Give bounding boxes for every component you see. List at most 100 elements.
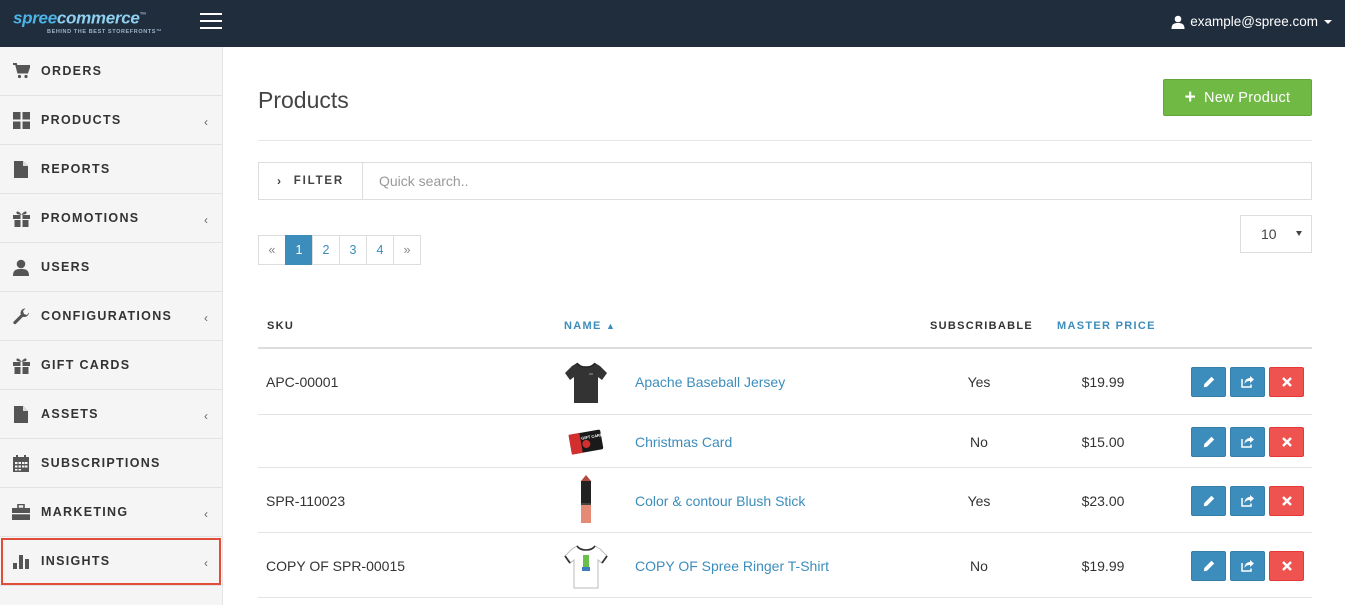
pagination-page-4[interactable]: 4 xyxy=(366,235,394,265)
sidebar-item-products[interactable]: PRODUCTS ‹ xyxy=(0,96,222,145)
filter-bar: › FILTER xyxy=(258,162,1312,200)
product-name-link[interactable]: Apache Baseball Jersey xyxy=(635,374,785,390)
per-page-value: 10 xyxy=(1261,226,1277,242)
sidebar-item-assets[interactable]: ASSETS ‹ xyxy=(0,390,222,439)
table-row: GIFT CARD Christmas Card No $15.00 xyxy=(258,415,1312,468)
column-header-master-price[interactable]: MASTER PRICE xyxy=(1057,320,1156,332)
row-actions xyxy=(1191,551,1308,581)
edit-button[interactable] xyxy=(1191,486,1226,516)
user-icon xyxy=(12,258,30,276)
delete-button[interactable] xyxy=(1269,427,1304,457)
logo-tagline: BEHIND THE BEST STOREFRONTS™ xyxy=(47,28,163,35)
sidebar-item-orders[interactable]: ORDERS xyxy=(0,47,222,96)
close-icon xyxy=(1281,377,1292,387)
product-master-price: $15.00 xyxy=(1081,434,1125,450)
share-icon xyxy=(1241,560,1254,572)
user-icon xyxy=(1171,15,1185,29)
edit-button[interactable] xyxy=(1191,367,1226,397)
clone-button[interactable] xyxy=(1230,367,1265,397)
sidebar-item-label: PRODUCTS xyxy=(41,113,122,127)
product-name-link[interactable]: COPY OF Spree Ringer T-Shirt xyxy=(635,558,829,574)
clone-button[interactable] xyxy=(1230,486,1265,516)
row-actions xyxy=(1191,427,1308,457)
sidebar-item-marketing[interactable]: MARKETING ‹ xyxy=(0,488,222,537)
share-icon xyxy=(1241,495,1254,507)
sidebar-item-reports[interactable]: REPORTS xyxy=(0,145,222,194)
gift-icon xyxy=(12,209,30,227)
sidebar-item-label: INSIGHTS xyxy=(41,554,111,568)
sort-ascending-icon: ▲ xyxy=(605,321,617,331)
close-icon xyxy=(1281,437,1292,447)
cart-icon xyxy=(12,62,30,80)
sidebar-item-users[interactable]: USERS xyxy=(0,243,222,292)
logo-trademark: ™ xyxy=(139,12,147,19)
edit-button[interactable] xyxy=(1191,551,1226,581)
sidebar-item-subscriptions[interactable]: SUBSCRIPTIONS xyxy=(0,439,222,488)
pagination-prev[interactable]: « xyxy=(258,235,286,265)
clone-button[interactable] xyxy=(1230,427,1265,457)
file-icon xyxy=(12,160,30,178)
products-table: SKU NAME ▲ SUBSCRIBABLE MASTER PRICE APC… xyxy=(258,307,1312,598)
product-master-price: $23.00 xyxy=(1081,493,1125,509)
bar-chart-icon xyxy=(12,552,30,570)
column-header-name[interactable]: NAME ▲ xyxy=(564,320,616,332)
table-row: COPY OF SPR-00015 COPY OF Spree Ringer T-… xyxy=(258,533,1312,598)
user-account-menu[interactable]: example@spree.com xyxy=(1171,14,1332,29)
sidebar-item-label: USERS xyxy=(41,260,91,274)
spree-logo[interactable]: spreecommerce™ BEHIND THE BEST STOREFRON… xyxy=(13,7,162,35)
share-icon xyxy=(1241,376,1254,388)
chevron-left-icon: ‹ xyxy=(204,409,208,423)
product-subscribable: Yes xyxy=(967,493,991,509)
user-email: example@spree.com xyxy=(1190,14,1318,29)
sidebar-item-label: SUBSCRIPTIONS xyxy=(41,456,161,470)
product-thumbnail[interactable] xyxy=(558,533,614,598)
clone-button[interactable] xyxy=(1230,551,1265,581)
plus-icon: + xyxy=(1184,86,1197,108)
product-master-price: $19.99 xyxy=(1081,374,1125,390)
column-header-subscribable: SUBSCRIBABLE xyxy=(930,320,1033,332)
per-page-select[interactable]: 10 xyxy=(1240,215,1312,253)
product-subscribable: No xyxy=(970,434,988,450)
sidebar-item-label: ORDERS xyxy=(41,64,103,78)
chevron-right-icon: › xyxy=(277,174,283,188)
header-divider xyxy=(258,140,1312,141)
edit-button[interactable] xyxy=(1191,427,1226,457)
new-product-button[interactable]: + New Product xyxy=(1163,79,1312,116)
pagination-page-1[interactable]: 1 xyxy=(285,235,313,265)
close-icon xyxy=(1281,561,1292,571)
product-thumbnail[interactable]: GIFT CARD xyxy=(558,415,614,468)
delete-button[interactable] xyxy=(1269,486,1304,516)
pencil-icon xyxy=(1203,376,1214,388)
product-subscribable: No xyxy=(970,558,988,574)
briefcase-icon xyxy=(12,503,30,521)
pagination-next[interactable]: » xyxy=(393,235,421,265)
chevron-left-icon: ‹ xyxy=(204,213,208,227)
sidebar-item-configurations[interactable]: CONFIGURATIONS ‹ xyxy=(0,292,222,341)
calendar-icon xyxy=(12,454,30,472)
quick-search-input[interactable] xyxy=(363,163,1311,199)
sidebar-item-insights[interactable]: INSIGHTS ‹ xyxy=(0,537,222,586)
sidebar-item-label: REPORTS xyxy=(41,162,111,176)
product-thumbnail[interactable] xyxy=(558,349,614,415)
product-name-link[interactable]: Color & contour Blush Stick xyxy=(635,493,805,509)
pagination-page-2[interactable]: 2 xyxy=(312,235,340,265)
product-name-link[interactable]: Christmas Card xyxy=(635,434,732,450)
pagination-page-3[interactable]: 3 xyxy=(339,235,367,265)
product-master-price: $19.99 xyxy=(1081,558,1125,574)
logo-text-commerce: commerce xyxy=(56,8,140,28)
page-title: Products xyxy=(258,87,349,113)
sidebar-item-label: CONFIGURATIONS xyxy=(41,309,173,323)
delete-button[interactable] xyxy=(1269,551,1304,581)
sidebar-item-label: ASSETS xyxy=(41,407,99,421)
menu-toggle-icon[interactable] xyxy=(200,13,222,29)
sidebar-item-gift-cards[interactable]: GIFT CARDS xyxy=(0,341,222,390)
product-thumbnail[interactable] xyxy=(558,468,614,533)
grid-icon xyxy=(12,111,30,129)
sidebar-item-promotions[interactable]: PROMOTIONS ‹ xyxy=(0,194,222,243)
filter-toggle-button[interactable]: › FILTER xyxy=(259,163,363,199)
delete-button[interactable] xyxy=(1269,367,1304,397)
sidebar-item-label: PROMOTIONS xyxy=(41,211,140,225)
share-icon xyxy=(1241,436,1254,448)
product-sku: SPR-110023 xyxy=(266,493,346,509)
product-sku: APC-00001 xyxy=(266,374,339,390)
